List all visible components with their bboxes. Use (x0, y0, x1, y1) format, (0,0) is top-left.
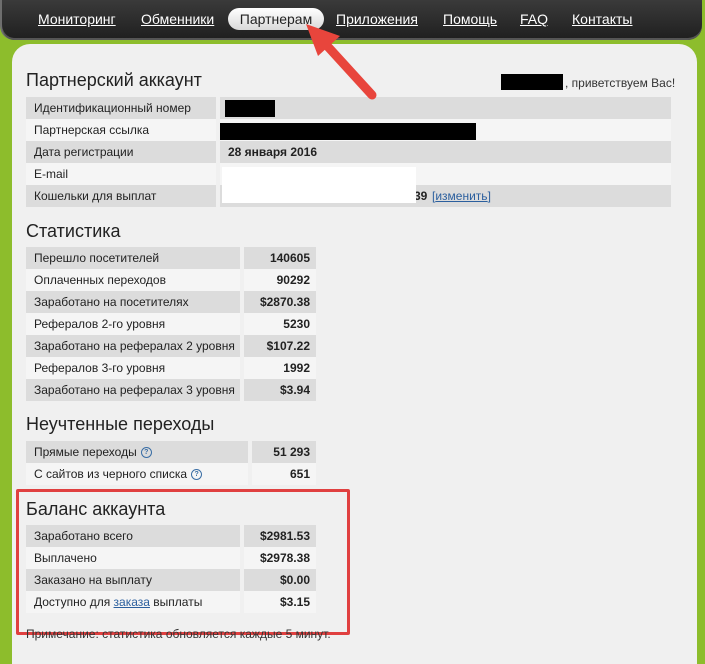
annotation-arrow-icon (306, 24, 377, 100)
